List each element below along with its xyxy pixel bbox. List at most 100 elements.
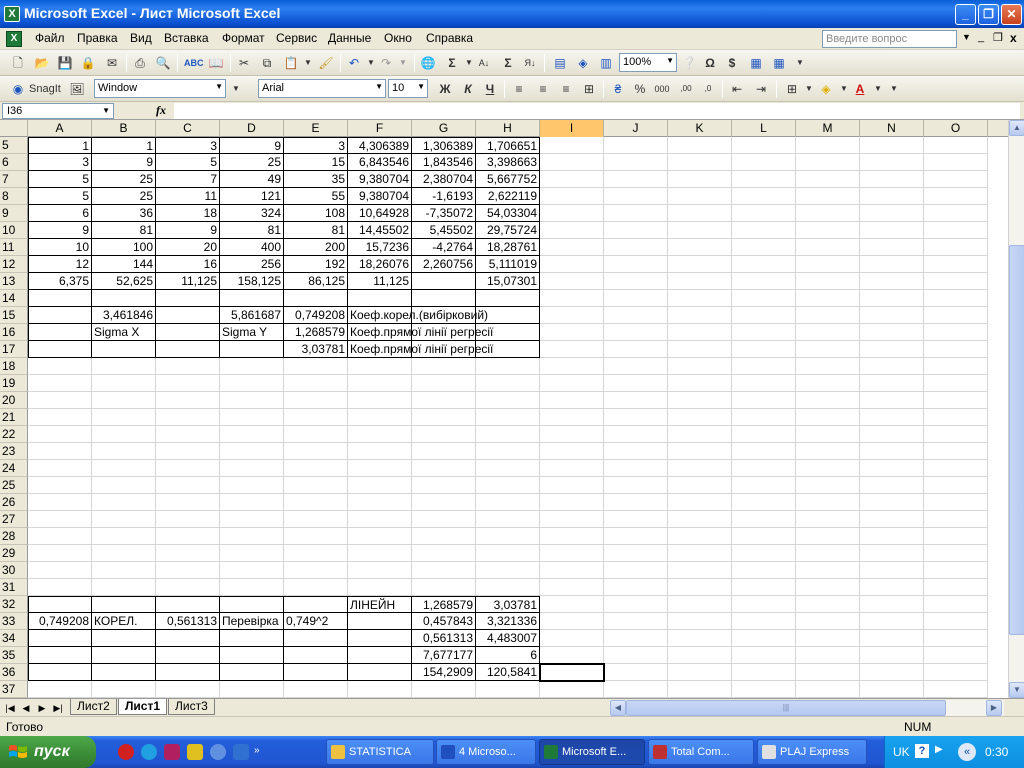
- cell-C37[interactable]: [156, 681, 220, 698]
- column-header[interactable]: D: [220, 120, 284, 137]
- cell-B25[interactable]: [92, 477, 156, 494]
- cell-D9[interactable]: 324: [220, 205, 284, 222]
- cell-O8[interactable]: [924, 188, 988, 205]
- cell-O36[interactable]: [924, 664, 988, 681]
- cell-A20[interactable]: [28, 392, 92, 409]
- cell-I13[interactable]: [540, 273, 604, 290]
- cell-E20[interactable]: [284, 392, 348, 409]
- cell-J22[interactable]: [604, 426, 668, 443]
- menu-file[interactable]: Файл: [35, 31, 65, 45]
- cell-G30[interactable]: [412, 562, 476, 579]
- cell-J10[interactable]: [604, 222, 668, 239]
- row-header[interactable]: 29: [0, 545, 28, 562]
- cell-M18[interactable]: [796, 358, 860, 375]
- hyperlink-icon[interactable]: 🌐: [420, 55, 436, 71]
- cell-L28[interactable]: [732, 528, 796, 545]
- cell-K9[interactable]: [668, 205, 732, 222]
- print-preview-icon[interactable]: 🔍: [155, 55, 171, 71]
- vertical-scrollbar[interactable]: ▲ ▼: [1008, 120, 1024, 698]
- row-header[interactable]: 26: [0, 494, 28, 511]
- row-header[interactable]: 5: [0, 137, 28, 154]
- cell-C6[interactable]: 5: [156, 154, 220, 171]
- cell-J9[interactable]: [604, 205, 668, 222]
- cell-E27[interactable]: [284, 511, 348, 528]
- cell-N31[interactable]: [860, 579, 924, 596]
- cell-O13[interactable]: [924, 273, 988, 290]
- row-header[interactable]: 17: [0, 341, 28, 358]
- cell-J17[interactable]: [604, 341, 668, 358]
- cell-D23[interactable]: [220, 443, 284, 460]
- cell-H22[interactable]: [476, 426, 540, 443]
- cell-L26[interactable]: [732, 494, 796, 511]
- format-painter-icon[interactable]: 🖌: [318, 55, 334, 71]
- cell-G15[interactable]: [412, 307, 476, 324]
- cell-E29[interactable]: [284, 545, 348, 562]
- cell-B26[interactable]: [92, 494, 156, 511]
- row-header[interactable]: 15: [0, 307, 28, 324]
- cell-E24[interactable]: [284, 460, 348, 477]
- worksheet-grid[interactable]: ABCDEFGHIJKLMNO 5 1 1 3 9 3 4,306389 1,306389 1,…: [0, 120, 1008, 698]
- cell-B36[interactable]: [92, 664, 156, 681]
- cell-E8[interactable]: 55: [284, 188, 348, 205]
- cell-B21[interactable]: [92, 409, 156, 426]
- quicklaunch-skype-icon[interactable]: [141, 744, 157, 760]
- cell-K37[interactable]: [668, 681, 732, 698]
- cell-C22[interactable]: [156, 426, 220, 443]
- cell-K18[interactable]: [668, 358, 732, 375]
- cell-L17[interactable]: [732, 341, 796, 358]
- cell-B37[interactable]: [92, 681, 156, 698]
- cell-J15[interactable]: [604, 307, 668, 324]
- cell-I34[interactable]: [540, 630, 604, 647]
- cell-F33[interactable]: [348, 613, 412, 630]
- cell-E25[interactable]: [284, 477, 348, 494]
- cell-E13[interactable]: 86,125: [284, 273, 348, 290]
- cell-H11[interactable]: 18,28761: [476, 239, 540, 256]
- cell-L22[interactable]: [732, 426, 796, 443]
- cell-L31[interactable]: [732, 579, 796, 596]
- cell-J32[interactable]: [604, 596, 668, 613]
- cell-M24[interactable]: [796, 460, 860, 477]
- first-sheet-icon[interactable]: |◀: [4, 701, 16, 715]
- document-icon[interactable]: X: [6, 31, 22, 47]
- cell-G8[interactable]: -1,6193: [412, 188, 476, 205]
- cell-I37[interactable]: [540, 681, 604, 698]
- quicklaunch-app-icon[interactable]: [164, 744, 180, 760]
- cell-G31[interactable]: [412, 579, 476, 596]
- cell-J19[interactable]: [604, 375, 668, 392]
- cell-H15[interactable]: [476, 307, 540, 324]
- cell-G6[interactable]: 1,843546: [412, 154, 476, 171]
- cell-F11[interactable]: 15,7236: [348, 239, 412, 256]
- cell-L23[interactable]: [732, 443, 796, 460]
- cell-C8[interactable]: 11: [156, 188, 220, 205]
- cell-O27[interactable]: [924, 511, 988, 528]
- column-header[interactable]: C: [156, 120, 220, 137]
- cell-I5[interactable]: [540, 137, 604, 154]
- window-combo[interactable]: Window ▼: [94, 79, 226, 98]
- cell-C16[interactable]: [156, 324, 220, 341]
- cell-D5[interactable]: 9: [220, 137, 284, 154]
- cell-I27[interactable]: [540, 511, 604, 528]
- cell-L30[interactable]: [732, 562, 796, 579]
- cell-L6[interactable]: [732, 154, 796, 171]
- cell-H37[interactable]: [476, 681, 540, 698]
- row-header[interactable]: 32: [0, 596, 28, 613]
- cell-M6[interactable]: [796, 154, 860, 171]
- row-header[interactable]: 16: [0, 324, 28, 341]
- cell-G29[interactable]: [412, 545, 476, 562]
- cell-I16[interactable]: [540, 324, 604, 341]
- cell-G33[interactable]: 0,457843: [412, 613, 476, 630]
- cell-B30[interactable]: [92, 562, 156, 579]
- cell-G22[interactable]: [412, 426, 476, 443]
- cell-H20[interactable]: [476, 392, 540, 409]
- cell-H30[interactable]: [476, 562, 540, 579]
- excel-icon[interactable]: X: [4, 6, 20, 22]
- cell-M12[interactable]: [796, 256, 860, 273]
- cell-O31[interactable]: [924, 579, 988, 596]
- cell-O37[interactable]: [924, 681, 988, 698]
- cell-N28[interactable]: [860, 528, 924, 545]
- cell-M13[interactable]: [796, 273, 860, 290]
- cell-J8[interactable]: [604, 188, 668, 205]
- cell-O7[interactable]: [924, 171, 988, 188]
- cell-A21[interactable]: [28, 409, 92, 426]
- cell-A6[interactable]: 3: [28, 154, 92, 171]
